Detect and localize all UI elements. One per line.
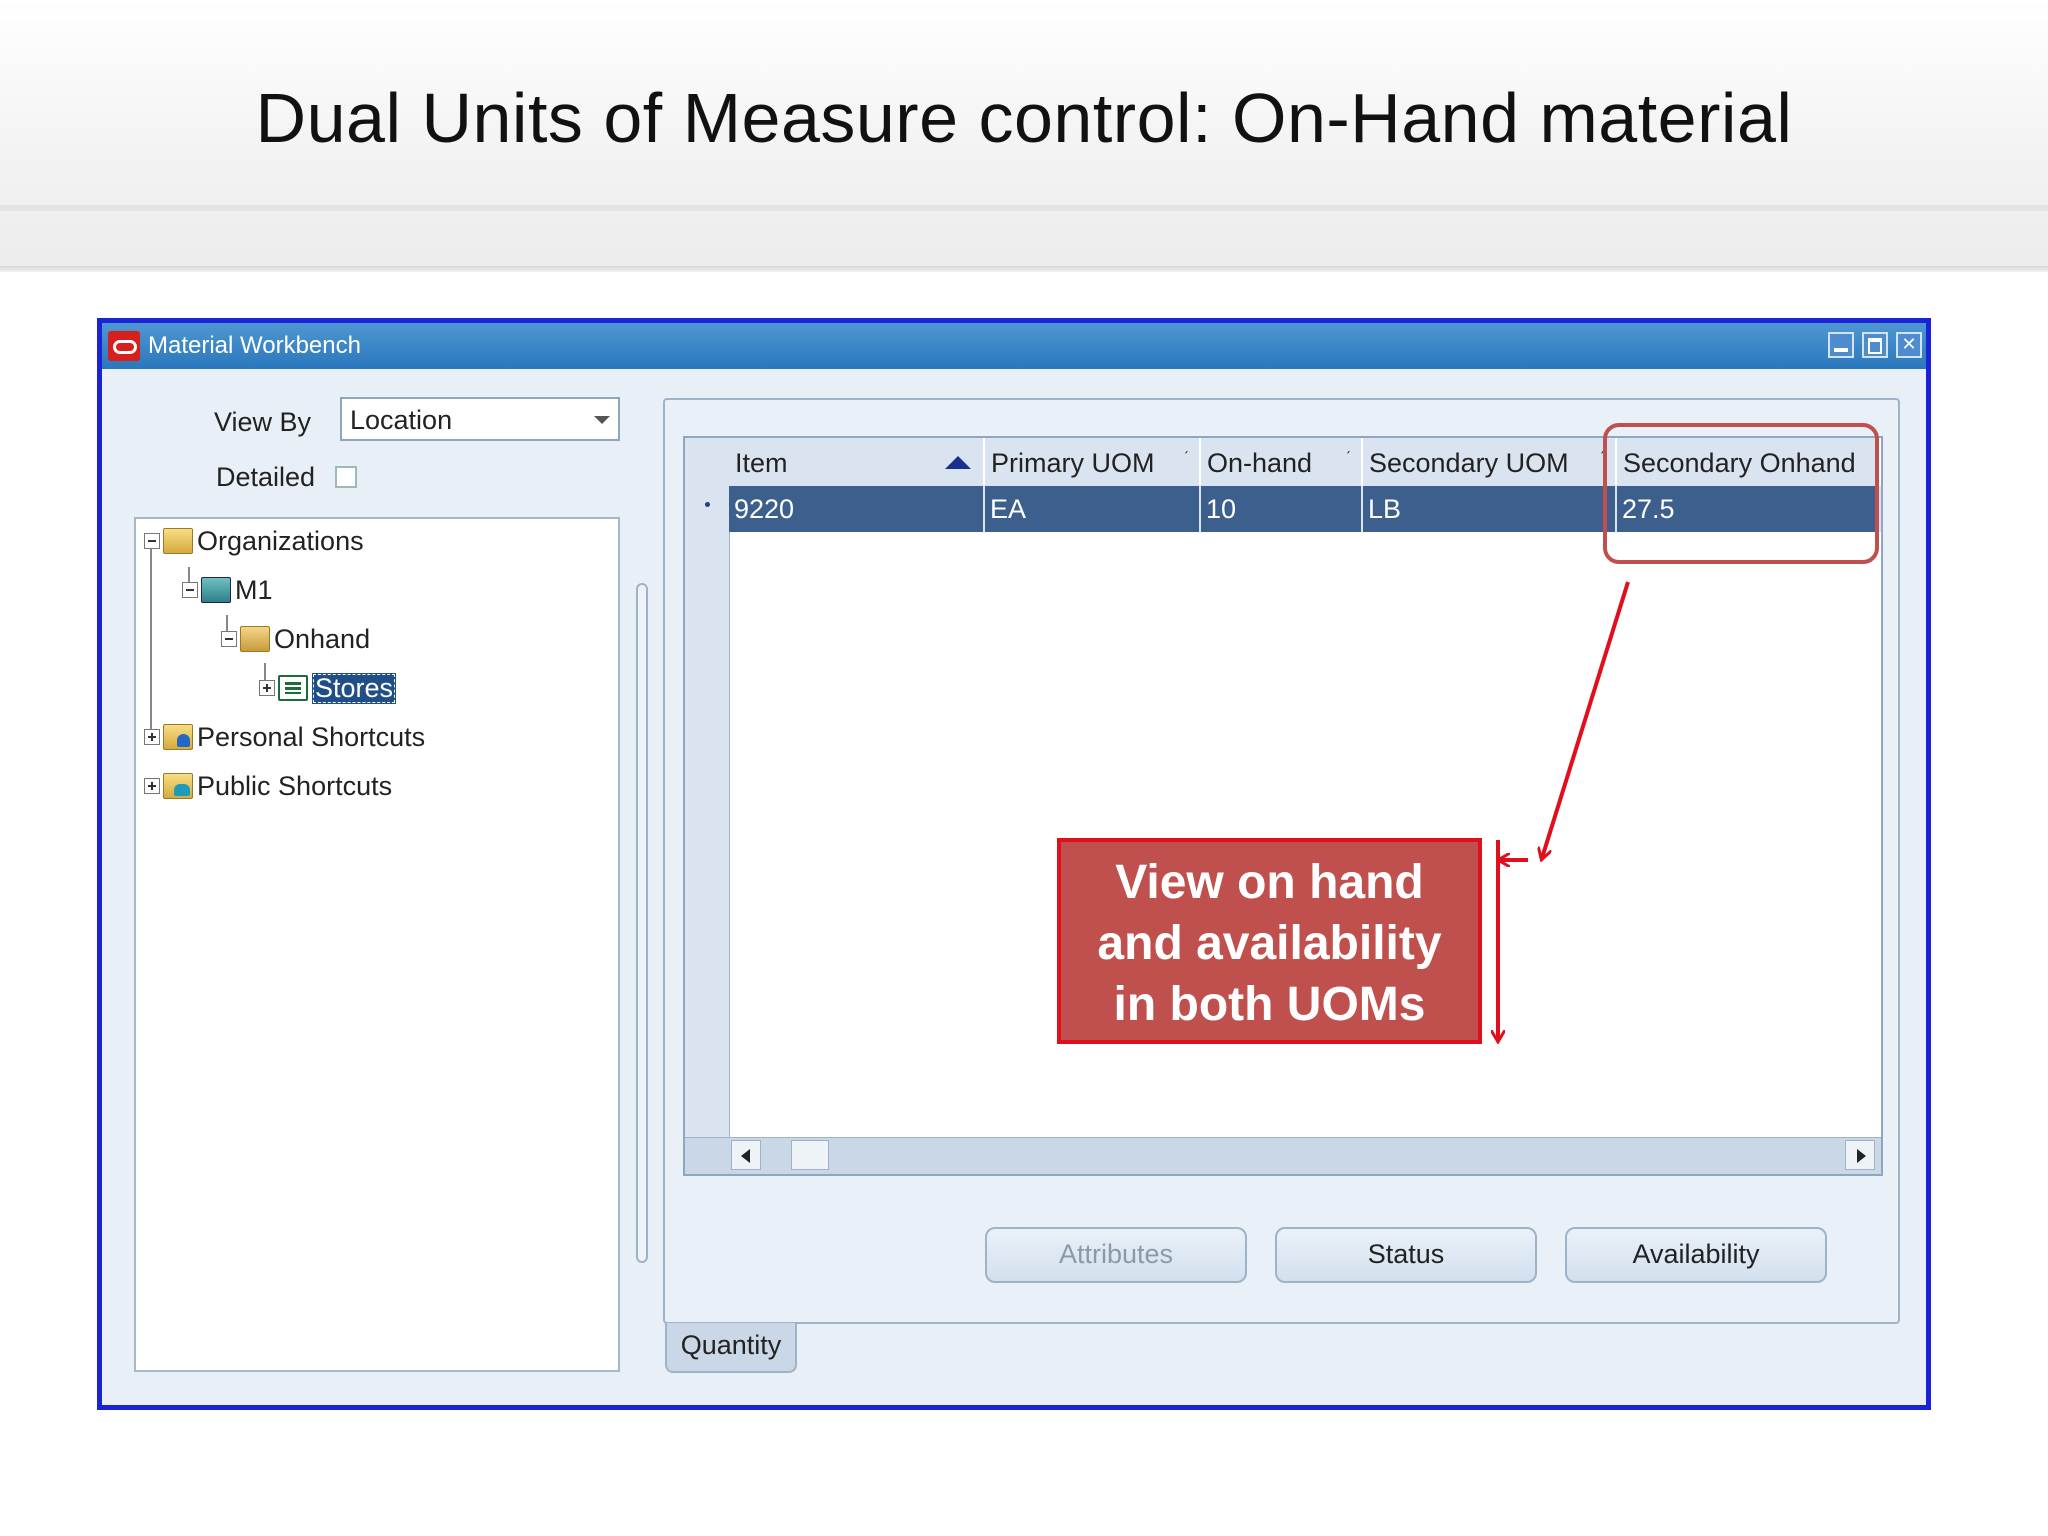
arrow-pointer [1542, 581, 1630, 858]
annotation-arrows [0, 581, 1630, 1536]
callout-line: in both UOMs [1113, 978, 1426, 1031]
annotation-callout: View on hand and availability in both UO… [1057, 838, 1482, 1044]
callout-line: and availability [1097, 917, 1442, 970]
callout-line: View on hand [1115, 856, 1424, 909]
